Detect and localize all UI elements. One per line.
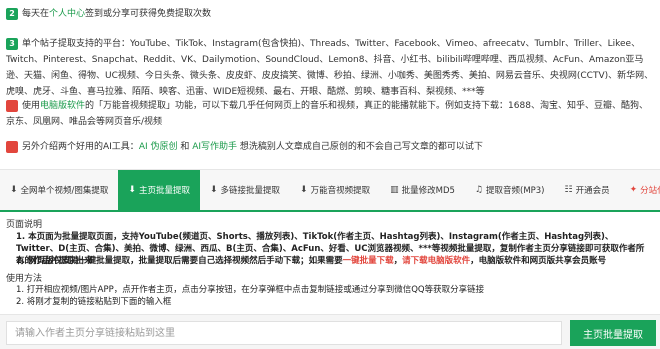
desc-text: 2. 网页版仅支持一键批量提取，批量提取后需要自己选择视频然后手动下载；如果需要 xyxy=(16,256,343,266)
tool-tabs: ⬇ 全网单个视频/图集提取 ⬇ 主页批量提取 ⬇ 多链接批量提取 ⬇ 万能音视频提取 ▥… xyxy=(0,169,660,212)
tip-text: 使用 xyxy=(22,101,41,111)
tab-label: 批量修改MD5 xyxy=(401,186,455,196)
download-desktop-text: 请下载电脑版软件 xyxy=(402,256,471,266)
download-icon: ⬇ xyxy=(300,185,308,195)
tip-text: 签到或分享可获得免费提取次数 xyxy=(85,9,212,19)
tip-ai-tools: 5 另外介绍两个好用的AI工具：AI 伪原创 和 AI写作助手 想洗稿别人文章成自… xyxy=(6,139,483,155)
tip-text: 想洗稿别人文章成自己原创的和不会自己写文章的都可以试下 xyxy=(237,142,483,152)
description-title: 页面说明 xyxy=(6,220,43,230)
link-input-row: 主页批量提取 xyxy=(0,314,660,349)
tip-text: 另外介绍两个好用的AI工具： xyxy=(22,142,139,152)
tip-text: 的「万能音视频提取」功能，可以下载几乎任何网页上的音乐和视频，真正的能播就能下。… xyxy=(6,101,648,127)
tip-signin: 2 每天在个人中心签到或分享可获得免费提取次数 xyxy=(6,6,211,22)
tab-label: 万能音视频提取 xyxy=(310,186,371,196)
desc-text: ，电脑版软件和网页版共享会员账号 xyxy=(470,256,607,266)
music-icon: ♫ xyxy=(474,185,483,195)
sparkle-icon: ✦ xyxy=(629,185,638,195)
personal-center-link[interactable]: 个人中心 xyxy=(49,9,85,19)
download-icon: ⬇ xyxy=(128,185,136,195)
download-icon: ⬇ xyxy=(10,185,18,195)
tip-number-badge: 2 xyxy=(6,7,18,20)
tab-agent[interactable]: ✦分站代理加盟 xyxy=(620,170,660,210)
ai-rewrite-link[interactable]: AI 伪原创 xyxy=(139,142,178,152)
tip-text: 和 xyxy=(177,142,193,152)
tab-single-video[interactable]: ⬇ 全网单个视频/图集提取 xyxy=(0,170,118,210)
tab-label: 分站代理加盟 xyxy=(640,186,660,196)
platform-list-text: 单个帖子提取支持的平台：YouTube、TikTok、Instagram(包含快… xyxy=(6,39,654,97)
list-icon: ☷ xyxy=(564,185,573,195)
tab-label: 全网单个视频/图集提取 xyxy=(20,186,109,196)
desktop-software-link[interactable]: 电脑版软件 xyxy=(40,101,85,111)
share-link-input[interactable] xyxy=(6,321,562,345)
download-icon: ⬇ xyxy=(209,185,218,195)
batch-extract-button[interactable]: 主页批量提取 xyxy=(570,320,656,346)
tip-text: 每天在 xyxy=(22,9,50,19)
desc-text: ， xyxy=(393,256,403,266)
tab-label: 主页批量提取 xyxy=(138,186,190,196)
tab-label: 多链接批量提取 xyxy=(220,186,281,196)
tab-multi-link[interactable]: ⬇ 多链接批量提取 xyxy=(200,170,290,210)
tab-label: 提取音频(MP3) xyxy=(486,186,545,196)
tab-audio[interactable]: ♫ 提取音频(MP3) xyxy=(465,170,555,210)
tip-desktop-software: 4 使用电脑版软件的「万能音视频提取」功能，可以下载几乎任何网页上的音乐和视频，真… xyxy=(6,98,654,130)
usage-title: 使用方法 xyxy=(6,274,43,284)
tab-membership[interactable]: ☷ 开通会员 xyxy=(555,170,620,210)
usage-step-1: 1. 打开相应视频/图片APP，点开作者主页，点击分享按钮，在分享弹框中点击复制… xyxy=(16,285,485,295)
tip-number-badge: 3 xyxy=(6,37,18,50)
ai-writing-link[interactable]: AI写作助手 xyxy=(192,142,237,152)
usage-step-2: 2. 将刚才复制的链接粘贴到下面的输入框 xyxy=(16,297,172,307)
barcode-icon: ▥ xyxy=(390,185,399,195)
tip-platforms: 3 单个帖子提取支持的平台：YouTube、TikTok、Instagram(包含… xyxy=(6,36,654,100)
tab-label: 开通会员 xyxy=(575,186,610,196)
tips-panel: 2 每天在个人中心签到或分享可获得免费提取次数 3 单个帖子提取支持的平台：YouT… xyxy=(0,0,660,168)
description-line-2: 2. 网页版仅支持一键批量提取，批量提取后需要自己选择视频然后手动下载；如果需要… xyxy=(16,255,652,267)
tab-universal-extract[interactable]: ⬇ 万能音视频提取 xyxy=(290,170,380,210)
tab-md5[interactable]: ▥ 批量修改MD5 xyxy=(380,170,465,210)
tip-number-badge: 5 xyxy=(6,140,18,153)
one-click-download-text: 一键批量下载 xyxy=(342,256,394,266)
tip-number-badge: 4 xyxy=(6,99,18,112)
tab-homepage-batch[interactable]: ⬇ 主页批量提取 xyxy=(118,170,200,210)
